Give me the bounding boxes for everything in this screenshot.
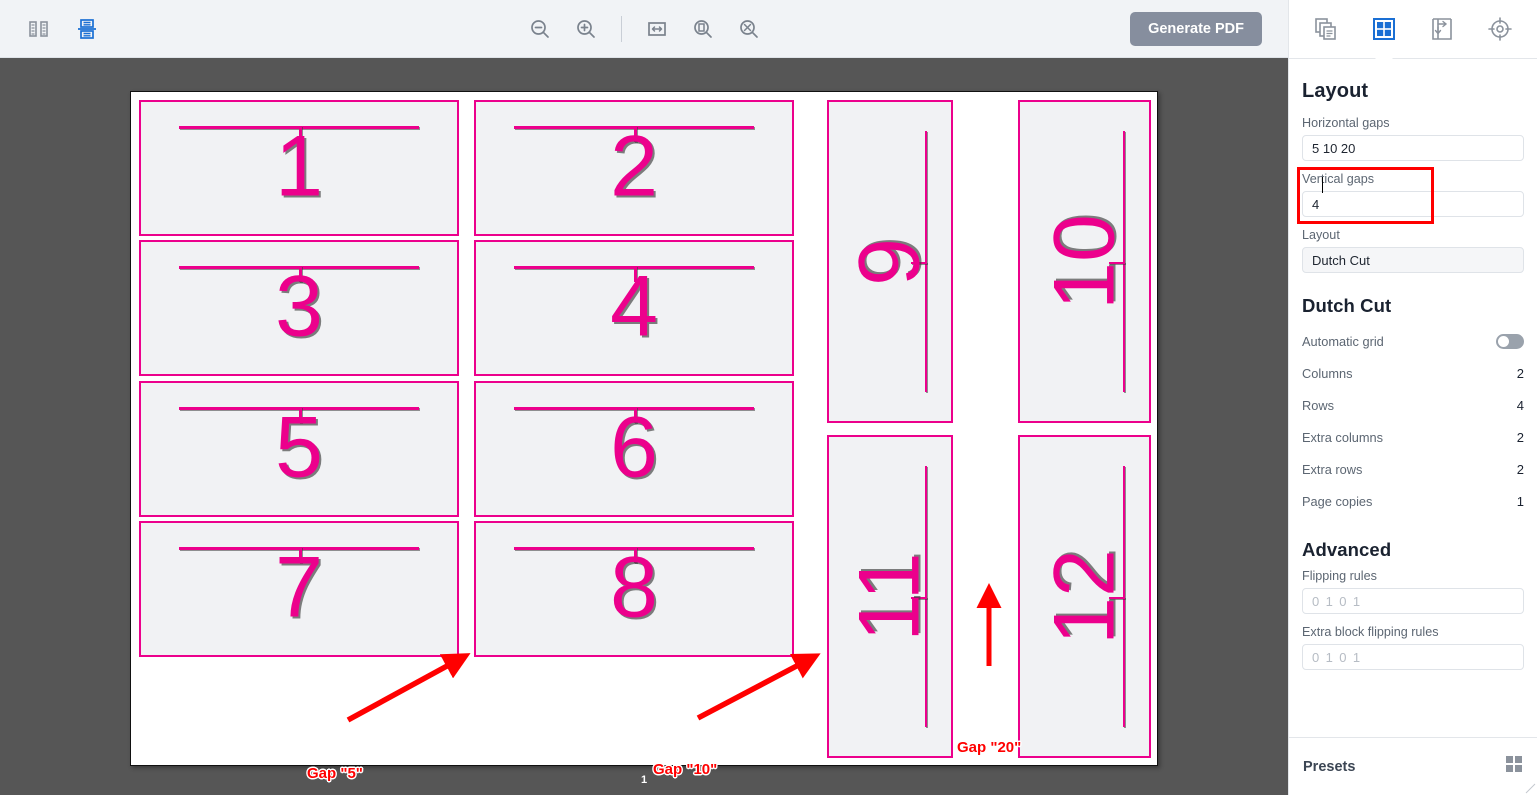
block-number: 1	[275, 118, 323, 215]
dutch-cut-row-label: Page copies	[1302, 493, 1373, 509]
fit-width-icon[interactable]	[640, 12, 674, 46]
flipping-rules-label: Flipping rules	[1302, 569, 1377, 583]
dutch-cut-row-label: Columns	[1302, 365, 1353, 381]
tab-layout[interactable]	[1364, 9, 1404, 59]
vertical-gaps-input[interactable]	[1302, 191, 1524, 217]
layout-block-5[interactable]: 5	[139, 381, 459, 517]
dutch-cut-row: Extra columns 2	[1302, 421, 1524, 453]
tab-pages[interactable]	[1306, 9, 1346, 49]
flipping-rules-group: Flipping rules	[1302, 569, 1524, 614]
extra-block-flipping-input[interactable]	[1302, 644, 1524, 670]
block-number: 4	[610, 258, 658, 355]
dutch-cut-row-label: Automatic grid	[1302, 333, 1384, 349]
layout-block-12[interactable]: 12	[1018, 435, 1151, 758]
tab-marks[interactable]	[1422, 9, 1462, 49]
block-number: 5	[275, 399, 323, 496]
flipping-rules-input[interactable]	[1302, 588, 1524, 614]
dutch-cut-row-value[interactable]: 1	[1517, 494, 1524, 509]
zoom-in-icon[interactable]	[569, 12, 603, 46]
dutch-cut-row: Automatic grid	[1302, 325, 1524, 357]
save-layout-icon[interactable]	[70, 12, 104, 46]
gap-20-annotation: Gap "20"	[957, 739, 1022, 756]
preview-canvas[interactable]: 1 2 3 4 5 6 7 8 9 10 11 12 1 Gap "5" Gap…	[0, 58, 1288, 795]
gap-20-arrow	[976, 583, 1002, 666]
toolbar-divider	[620, 15, 622, 42]
grid-presets-icon[interactable]	[1505, 755, 1523, 778]
automatic-grid-toggle[interactable]	[1496, 333, 1524, 349]
advanced-section-title: Advanced	[1302, 539, 1392, 560]
layout-select-wrap: Dutch Cut	[1302, 247, 1524, 273]
generate-pdf-button[interactable]: Generate PDF	[1130, 12, 1262, 46]
horizontal-gaps-input[interactable]	[1302, 135, 1524, 161]
block-number: 8	[610, 539, 658, 636]
vertical-gaps-group: Vertical gaps	[1302, 172, 1524, 217]
text-caret	[1322, 177, 1323, 193]
toolbar-zoom-group	[0, 12, 1288, 46]
toolbar-right-group: Generate PDF	[1130, 12, 1262, 46]
presets-label: Presets	[1303, 758, 1356, 775]
right-sidebar: Layout Horizontal gaps Vertical gaps Lay…	[1288, 0, 1537, 795]
layout-select[interactable]: Dutch Cut	[1302, 247, 1524, 273]
layout-block-1[interactable]: 1	[139, 100, 459, 236]
toggle-knob	[1498, 335, 1509, 347]
vertical-gaps-label: Vertical gaps	[1302, 172, 1375, 186]
dutch-cut-section-title: Dutch Cut	[1302, 295, 1392, 316]
extra-block-flipping-label: Extra block flipping rules	[1302, 625, 1439, 639]
block-number: 9	[841, 237, 938, 286]
block-number: 6	[610, 399, 658, 496]
block-number: 10	[1036, 213, 1133, 310]
block-number: 2	[610, 118, 658, 215]
layout-block-6[interactable]: 6	[474, 381, 794, 517]
toolbar-left-group	[0, 12, 104, 46]
presets-bar[interactable]: Presets	[1289, 737, 1537, 795]
top-toolbar: Generate PDF	[0, 0, 1288, 58]
gap-10-annotation: Gap "10"	[653, 761, 718, 778]
dutch-cut-row-label: Extra rows	[1302, 461, 1363, 477]
app-root: Generate PDF 1 2 3 4 5 6 7 8 9 10 11 12 1	[0, 0, 1537, 795]
zoom-out-icon[interactable]	[523, 12, 557, 46]
layout-block-3[interactable]: 3	[139, 240, 459, 376]
layout-block-9[interactable]: 9	[827, 100, 953, 423]
layout-block-11[interactable]: 11	[827, 435, 953, 758]
page-number-label: 1	[640, 774, 648, 786]
dutch-cut-row-value[interactable]: 4	[1517, 398, 1524, 413]
extra-block-flipping-group: Extra block flipping rules	[1302, 625, 1524, 670]
layout-block-2[interactable]: 2	[474, 100, 794, 236]
block-number: 7	[275, 539, 323, 636]
fit-page-icon[interactable]	[686, 12, 720, 46]
dutch-cut-row-value[interactable]: 2	[1517, 366, 1524, 381]
dutch-cut-row: Columns 2	[1302, 357, 1524, 389]
dutch-cut-rows: Automatic grid Columns 2 Rows 4 Extra columns…	[1302, 325, 1524, 517]
block-number: 12	[1036, 548, 1133, 645]
resize-grip-icon[interactable]	[1524, 782, 1536, 794]
dutch-cut-row: Page copies 1	[1302, 485, 1524, 517]
block-number: 11	[841, 551, 938, 642]
block-number: 3	[275, 258, 323, 355]
dutch-cut-row: Extra rows 2	[1302, 453, 1524, 485]
layout-block-7[interactable]: 7	[139, 521, 459, 657]
horizontal-gaps-group: Horizontal gaps	[1302, 116, 1524, 161]
tab-registration[interactable]	[1480, 9, 1520, 49]
layout-section-title: Layout	[1302, 80, 1369, 102]
fit-actual-icon[interactable]	[732, 12, 766, 46]
gap-5-annotation: Gap "5"	[307, 765, 363, 782]
sidebar-tab-strip	[1289, 0, 1537, 59]
dutch-cut-row-label: Rows	[1302, 397, 1334, 413]
split-view-icon[interactable]	[22, 12, 56, 46]
dutch-cut-row-label: Extra columns	[1302, 429, 1384, 445]
layout-block-4[interactable]: 4	[474, 240, 794, 376]
horizontal-gaps-label: Horizontal gaps	[1302, 116, 1390, 130]
layout-select-group: Layout Dutch Cut	[1302, 228, 1524, 273]
dutch-cut-row: Rows 4	[1302, 389, 1524, 421]
gap-5-arrow	[346, 653, 471, 723]
layout-select-label: Layout	[1302, 228, 1340, 242]
gap-10-arrow	[696, 653, 821, 721]
dutch-cut-row-value[interactable]: 2	[1517, 430, 1524, 445]
dutch-cut-row-value[interactable]: 2	[1517, 462, 1524, 477]
layout-block-10[interactable]: 10	[1018, 100, 1151, 423]
active-tab-caret	[1375, 50, 1393, 59]
sidebar-content: Layout Horizontal gaps Vertical gaps Lay…	[1289, 59, 1537, 670]
layout-block-8[interactable]: 8	[474, 521, 794, 657]
